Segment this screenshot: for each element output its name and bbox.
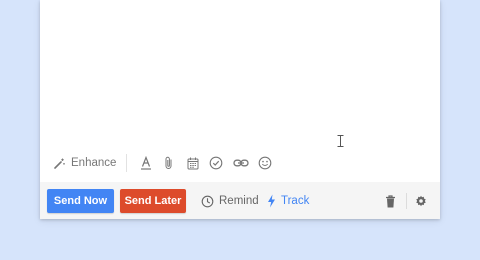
trash-icon[interactable] — [383, 193, 397, 209]
link-icon[interactable] — [233, 155, 249, 171]
check-circle-icon[interactable] — [208, 155, 224, 171]
remind-button[interactable]: Remind — [201, 192, 259, 210]
remind-label: Remind — [219, 195, 259, 207]
formatting-toolbar: Enhance — [40, 150, 440, 176]
text-cursor-icon — [337, 135, 344, 147]
gear-icon[interactable] — [414, 193, 428, 209]
emoji-icon[interactable] — [257, 155, 273, 171]
footer-divider — [406, 193, 407, 209]
send-now-button[interactable]: Send Now — [47, 189, 114, 213]
compose-footer: Send Now Send Later Remind Track — [40, 182, 440, 219]
lightning-icon — [268, 194, 275, 208]
send-later-button[interactable]: Send Later — [120, 189, 186, 213]
calendar-icon[interactable] — [185, 155, 201, 171]
message-body-input[interactable] — [40, 0, 440, 148]
enhance-button[interactable]: Enhance — [54, 154, 116, 172]
clock-icon — [201, 195, 214, 207]
compose-window: Enhance Send Now Send Later Remind Track — [40, 0, 440, 219]
text-format-icon[interactable] — [138, 155, 154, 171]
track-button[interactable]: Track — [267, 192, 309, 210]
enhance-label: Enhance — [71, 157, 117, 169]
track-label: Track — [281, 195, 310, 207]
toolbar-divider — [126, 154, 127, 172]
attachment-icon[interactable] — [161, 155, 177, 171]
magic-wand-icon — [54, 158, 65, 169]
